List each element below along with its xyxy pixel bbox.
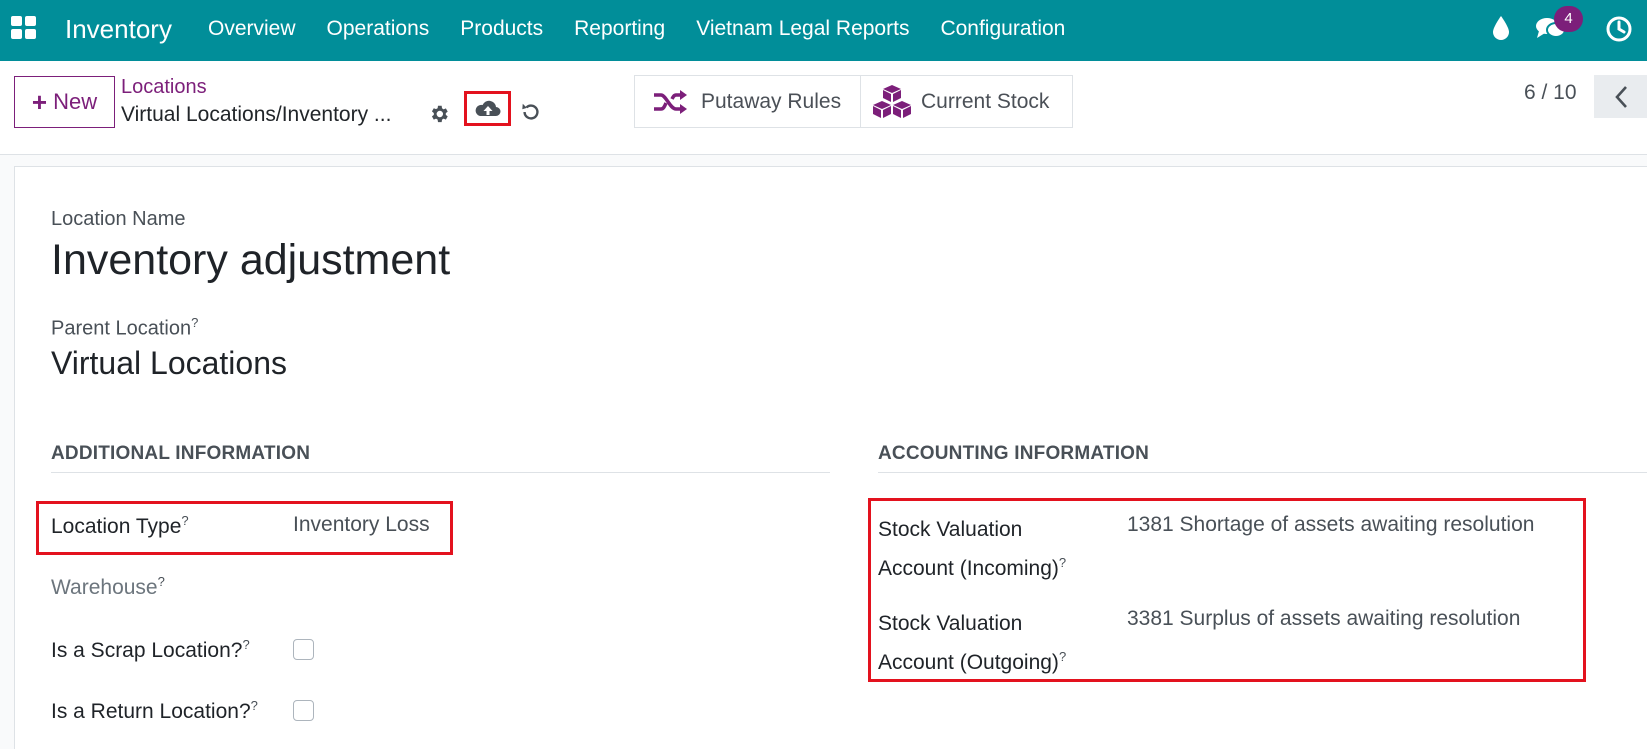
parent-location-value[interactable]: Virtual Locations [51, 345, 287, 382]
main-menu: Overview Operations Products Reporting V… [208, 17, 1096, 41]
help-mark[interactable]: ? [1059, 555, 1066, 570]
accounting-info-header: ACCOUNTING INFORMATION [878, 443, 1150, 464]
chevron-left-icon [1614, 85, 1627, 108]
putaway-rules-button[interactable]: Putaway Rules [634, 75, 861, 128]
discard-icon[interactable] [520, 101, 542, 123]
breadcrumb-locations[interactable]: Locations [121, 76, 207, 99]
scrap-location-label: Is a Scrap Location?? [51, 637, 250, 662]
messages-badge: 4 [1554, 6, 1583, 32]
location-name-value[interactable]: Inventory adjustment [51, 236, 450, 285]
menu-vietnam-legal-reports[interactable]: Vietnam Legal Reports [696, 17, 909, 41]
water-drop-icon[interactable] [1491, 15, 1511, 41]
control-panel: + New Locations Virtual Locations/Invent… [0, 61, 1647, 155]
help-mark[interactable]: ? [158, 574, 165, 589]
menu-reporting[interactable]: Reporting [574, 17, 665, 41]
cloud-upload-icon [475, 100, 500, 116]
stock-valuation-outgoing-value[interactable]: 3381 Surplus of assets awaiting resoluti… [1127, 607, 1520, 631]
new-button-label: New [53, 89, 98, 114]
stock-valuation-incoming-value[interactable]: 1381 Shortage of assets awaiting resolut… [1127, 513, 1534, 537]
top-navbar: Inventory Overview Operations Products R… [0, 0, 1647, 61]
additional-info-divider [51, 472, 830, 473]
save-button[interactable] [464, 91, 511, 126]
menu-configuration[interactable]: Configuration [940, 17, 1065, 41]
location-type-value[interactable]: Inventory Loss [293, 513, 430, 537]
pager-value[interactable]: 6 / 10 [1524, 81, 1577, 105]
cubes-icon [873, 84, 911, 118]
current-stock-button[interactable]: Current Stock [861, 75, 1073, 128]
parent-location-label: Parent Location? [51, 315, 199, 340]
help-mark[interactable]: ? [1059, 649, 1066, 664]
location-type-label: Location Type? [51, 513, 189, 538]
help-mark[interactable]: ? [251, 698, 258, 713]
plus-icon: + [31, 87, 48, 117]
warehouse-label: Warehouse? [51, 574, 165, 599]
menu-products[interactable]: Products [460, 17, 543, 41]
accounting-info-divider [878, 472, 1647, 473]
help-mark[interactable]: ? [191, 315, 198, 330]
return-location-checkbox[interactable] [293, 700, 314, 721]
pager-previous-button[interactable] [1594, 75, 1647, 118]
additional-info-header: ADDITIONAL INFORMATION [51, 443, 311, 464]
current-stock-label: Current Stock [921, 89, 1050, 113]
menu-operations[interactable]: Operations [327, 17, 430, 41]
return-location-label: Is a Return Location?? [51, 698, 258, 723]
gear-icon[interactable] [428, 103, 450, 125]
help-mark[interactable]: ? [181, 513, 188, 528]
scrap-location-checkbox[interactable] [293, 639, 314, 660]
breadcrumb-current: Virtual Locations/Inventory ... [121, 103, 392, 126]
new-button[interactable]: + New [14, 76, 115, 128]
stock-valuation-outgoing-label: Stock Valuation Account (Outgoing)? [878, 612, 1067, 674]
menu-overview[interactable]: Overview [208, 17, 296, 41]
stock-valuation-incoming-label: Stock Valuation Account (Incoming)? [878, 518, 1067, 580]
shuffle-icon [654, 89, 687, 114]
app-name[interactable]: Inventory [65, 14, 172, 45]
activity-clock-icon[interactable] [1605, 15, 1633, 43]
help-mark[interactable]: ? [242, 637, 249, 652]
location-name-label: Location Name [51, 208, 186, 230]
putaway-rules-label: Putaway Rules [701, 89, 842, 113]
apps-grid-icon[interactable] [11, 16, 37, 40]
